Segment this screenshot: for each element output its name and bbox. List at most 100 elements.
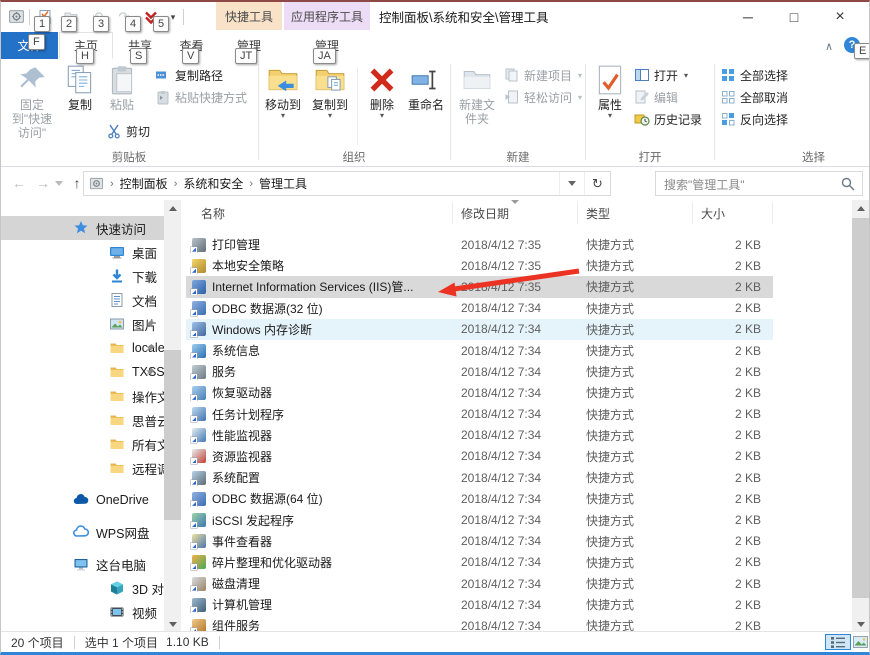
scroll-down-icon[interactable]	[852, 616, 869, 632]
file-size: 2 KB	[693, 513, 773, 527]
copy-to-button[interactable]: 复制到	[307, 63, 353, 119]
paste-shortcut-button[interactable]: 粘贴快捷方式	[152, 87, 250, 107]
copy-path-button[interactable]: 复制路径	[152, 65, 226, 85]
select-none-button[interactable]: 全部取消	[717, 87, 791, 107]
scroll-down-icon[interactable]	[164, 616, 181, 632]
file-row[interactable]: 碎片整理和优化驱动器2018/4/12 7:34快捷方式2 KB	[186, 552, 773, 573]
file-size: 2 KB	[693, 534, 773, 548]
search-box[interactable]	[655, 171, 863, 196]
address-box[interactable]: › 控制面板 › 系统和安全 › 管理工具 ↻	[83, 171, 611, 196]
file-row[interactable]: 系统信息2018/4/12 7:34快捷方式2 KB	[186, 340, 773, 361]
sidebar-item-label: 快速访问	[96, 219, 146, 238]
recent-locations-dropdown[interactable]	[53, 171, 65, 195]
file-row[interactable]: 任务计划程序2018/4/12 7:34快捷方式2 KB	[186, 404, 773, 425]
breadcrumb-control-panel[interactable]: 控制面板	[120, 175, 168, 192]
sidebar-item-txsso[interactable]: TXSSO	[1, 360, 164, 384]
sidebar-item-sipu-docs[interactable]: 思普云产品文档	[1, 408, 164, 432]
copy-button[interactable]: 复制	[60, 63, 100, 112]
sidebar-item-desktop[interactable]: 桌面	[1, 240, 164, 264]
properties-button[interactable]: 属性	[590, 63, 630, 119]
shortcut-overlay-icon	[191, 564, 197, 570]
scrollbar-thumb[interactable]	[164, 350, 181, 520]
sidebar-item-documents[interactable]: 文档	[1, 288, 164, 312]
refresh-icon[interactable]: ↻	[584, 172, 610, 195]
file-name-cell: 系统配置	[186, 469, 453, 486]
file-type: 快捷方式	[578, 448, 693, 465]
file-date: 2018/4/12 7:34	[453, 428, 578, 442]
history-button[interactable]: 历史记录	[631, 109, 705, 129]
sidebar-item-quick-access[interactable]: 快速访问	[1, 216, 164, 240]
close-button[interactable]: ×	[817, 2, 863, 32]
details-view-button[interactable]	[825, 634, 851, 650]
invert-selection-button[interactable]: 反向选择	[717, 109, 791, 129]
scroll-up-icon[interactable]	[852, 200, 869, 216]
sidebar-item-locales[interactable]: locales	[1, 336, 164, 360]
sidebar-item-3d-objects[interactable]: 3D 对象	[1, 576, 164, 600]
new-folder-button[interactable]: 新建文件夹	[454, 63, 500, 126]
file-row[interactable]: 恢复驱动器2018/4/12 7:34快捷方式2 KB	[186, 382, 773, 403]
move-to-button[interactable]: 移动到	[260, 63, 306, 119]
select-all-button[interactable]: 全部选择	[717, 65, 791, 85]
file-row[interactable]: 磁盘清理2018/4/12 7:34快捷方式2 KB	[186, 573, 773, 594]
delete-button[interactable]: 删除	[362, 63, 402, 119]
column-header-date-modified[interactable]: 修改日期	[453, 202, 578, 224]
file-list-scrollbar[interactable]	[852, 200, 869, 632]
breadcrumb-admin-tools[interactable]: 管理工具	[259, 175, 307, 192]
file-row[interactable]: 计算机管理2018/4/12 7:34快捷方式2 KB	[186, 594, 773, 615]
column-header-name[interactable]: 名称	[186, 202, 453, 224]
file-name: 系统信息	[212, 342, 260, 359]
file-row[interactable]: ODBC 数据源(64 位)2018/4/12 7:34快捷方式2 KB	[186, 488, 773, 509]
group-separator	[258, 64, 259, 160]
new-item-button[interactable]: 新建项目	[501, 65, 585, 85]
file-row[interactable]: 本地安全策略2018/4/12 7:35快捷方式2 KB	[186, 255, 773, 276]
cut-button[interactable]: 剪切	[103, 121, 153, 141]
file-row[interactable]: 事件查看器2018/4/12 7:34快捷方式2 KB	[186, 531, 773, 552]
sidebar-item-videos[interactable]: 视频	[1, 600, 164, 624]
sidebar-item-op-docs[interactable]: 操作文档	[1, 384, 164, 408]
search-input[interactable]	[662, 174, 836, 195]
edit-button[interactable]: 编辑	[631, 87, 681, 107]
scroll-up-icon[interactable]	[164, 200, 181, 216]
file-row[interactable]: iSCSI 发起程序2018/4/12 7:34快捷方式2 KB	[186, 509, 773, 530]
sidebar-item-pictures[interactable]: 图片	[1, 312, 164, 336]
paste-button[interactable]: 粘贴	[101, 63, 143, 112]
sidebar-item-wps-cloud[interactable]: WPS网盘	[1, 520, 164, 544]
address-dropdown-chevron-icon[interactable]	[559, 172, 584, 195]
file-row[interactable]: 打印管理2018/4/12 7:35快捷方式2 KB	[186, 234, 773, 255]
file-type: 快捷方式	[578, 406, 693, 423]
perfmon-shortcut-icon	[192, 428, 206, 442]
sidebar-item-pdf-docs[interactable]: 远程调试文档-PDF版	[1, 456, 164, 480]
sidebar-item-this-pc[interactable]: 这台电脑	[1, 552, 164, 576]
file-row[interactable]: ODBC 数据源(32 位)2018/4/12 7:34快捷方式2 KB	[186, 298, 773, 319]
pin-to-quick-access-button[interactable]: 固定到"快速访问"	[6, 63, 58, 140]
maximize-button[interactable]: □	[771, 2, 817, 32]
column-header-type[interactable]: 类型	[578, 202, 693, 224]
file-row[interactable]: Windows 内存诊断2018/4/12 7:34快捷方式2 KB	[186, 319, 773, 340]
large-icons-view-button[interactable]	[853, 635, 868, 649]
easy-access-button[interactable]: 轻松访问	[501, 87, 585, 107]
file-row[interactable]: 服务2018/4/12 7:34快捷方式2 KB	[186, 361, 773, 382]
file-row[interactable]: 系统配置2018/4/12 7:34快捷方式2 KB	[186, 467, 773, 488]
file-row[interactable]: 资源监视器2018/4/12 7:34快捷方式2 KB	[186, 446, 773, 467]
sidebar-item-downloads[interactable]: 下载	[1, 264, 164, 288]
shortcut-overlay-icon	[191, 437, 197, 443]
sidebar-item-onedrive[interactable]: OneDrive	[1, 488, 164, 512]
open-button[interactable]: 打开	[631, 65, 691, 85]
forward-button[interactable]: →	[31, 171, 55, 195]
keytip-JT: JT	[235, 48, 257, 64]
sidebar-scrollbar[interactable]	[164, 200, 181, 632]
taskschd-shortcut-icon	[192, 407, 206, 421]
column-header-size[interactable]: 大小	[693, 202, 773, 224]
minimize-button[interactable]: ─	[725, 2, 771, 32]
rename-button[interactable]: 重命名	[402, 63, 450, 112]
file-row[interactable]: 性能监视器2018/4/12 7:34快捷方式2 KB	[186, 425, 773, 446]
file-date: 2018/4/12 7:35	[453, 238, 578, 252]
file-row[interactable]: Internet Information Services (IIS)管...2…	[186, 276, 773, 297]
scrollbar-thumb[interactable]	[852, 218, 869, 598]
back-button[interactable]: ←	[7, 171, 31, 195]
file-date: 2018/4/12 7:34	[453, 365, 578, 379]
ribbon-collapse-chevron-icon[interactable]: ∧	[821, 38, 837, 54]
sidebar-item-word-docs[interactable]: 所有文档Word版	[1, 432, 164, 456]
breadcrumb-system-security[interactable]: 系统和安全	[183, 175, 243, 192]
context-header-shortcut-tools: 快捷工具	[216, 2, 282, 30]
